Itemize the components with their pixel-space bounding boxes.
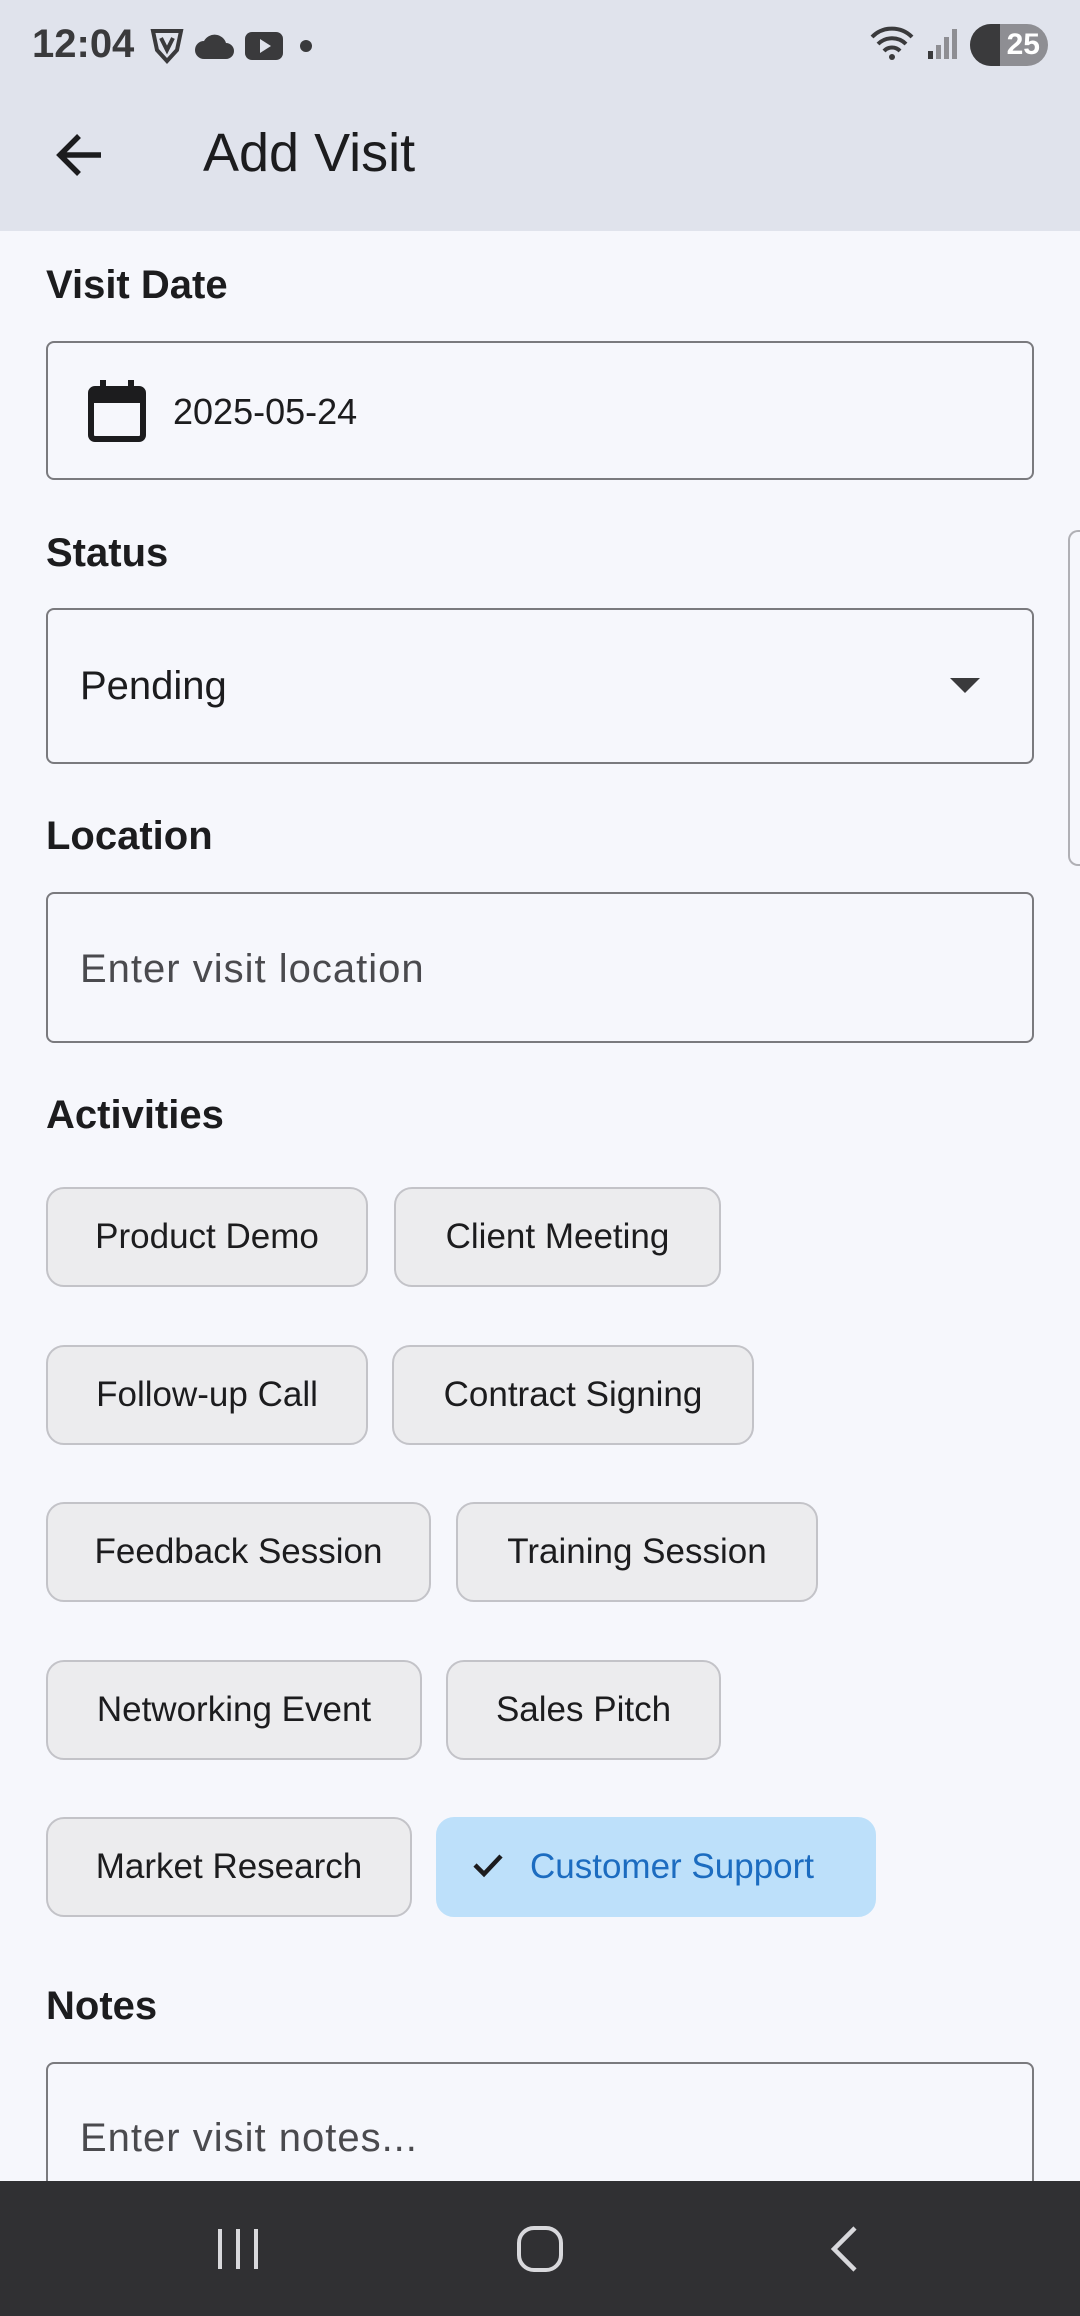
youtube-icon [244, 30, 284, 67]
location-field[interactable] [46, 892, 1034, 1045]
system-navigation-bar [0, 2181, 1080, 2316]
scroll-indicator[interactable] [1068, 530, 1080, 866]
visit-date-field[interactable]: 2025-05-24 [46, 341, 1034, 480]
cloud-icon [194, 31, 234, 66]
signal-icon [926, 25, 960, 66]
back-button[interactable] [40, 120, 120, 190]
dot-icon [294, 36, 318, 61]
arrow-back-icon [56, 134, 101, 176]
status-selected-value: Pending [80, 664, 227, 708]
activity-chip-product-demo[interactable]: Product Demo [46, 1187, 368, 1287]
activities-label: Activities [46, 1093, 224, 1137]
activity-chip-customer-support[interactable]: Customer Support [436, 1817, 876, 1917]
chip-label: Client Meeting [445, 1217, 670, 1256]
chip-label: Product Demo [95, 1217, 319, 1256]
chip-label: Networking Event [96, 1690, 372, 1729]
activity-chip-contract-signing[interactable]: Contract Signing [392, 1345, 754, 1445]
recent-apps-icon [218, 2229, 258, 2269]
page-title: Add Visit [203, 123, 416, 183]
chip-label: Sales Pitch [495, 1690, 672, 1729]
home-icon [517, 2226, 563, 2272]
activity-chip-networking-event[interactable]: Networking Event [46, 1660, 422, 1760]
vpn-shield-icon [150, 28, 184, 69]
activity-chip-client-meeting[interactable]: Client Meeting [394, 1187, 721, 1287]
battery-saver-icon [970, 24, 1000, 66]
battery-indicator: 25 [970, 24, 1048, 66]
status-dropdown[interactable]: Pending [46, 608, 1034, 764]
chip-label: Feedback Session [94, 1532, 383, 1571]
visit-date-label: Visit Date [46, 263, 228, 307]
activity-chip-market-research[interactable]: Market Research [46, 1817, 412, 1917]
check-icon [472, 1847, 504, 1887]
chip-label: Follow-up Call [96, 1375, 318, 1414]
chip-label: Customer Support [530, 1847, 815, 1886]
calendar-icon [88, 380, 146, 447]
status-time: 12:04 [32, 22, 135, 66]
system-icons: 25 [868, 24, 1048, 66]
notes-label: Notes [46, 1984, 158, 2028]
home-button[interactable] [490, 2209, 590, 2289]
status-label: Status [46, 531, 169, 575]
chip-label: Contract Signing [443, 1375, 703, 1414]
wifi-icon [868, 25, 916, 66]
back-chevron-icon [830, 2226, 857, 2272]
dropdown-arrow-icon [950, 678, 980, 693]
recent-apps-button[interactable] [188, 2209, 288, 2289]
location-label: Location [46, 814, 213, 858]
battery-level: 25 [1006, 28, 1040, 61]
notification-icons [150, 28, 318, 69]
back-nav-button[interactable] [794, 2209, 894, 2289]
chip-label: Training Session [507, 1532, 767, 1571]
activity-chip-feedback-session[interactable]: Feedback Session [46, 1502, 431, 1602]
chip-label: Market Research [95, 1847, 363, 1886]
notes-input[interactable] [80, 2116, 980, 2186]
visit-date-value: 2025-05-24 [173, 391, 358, 432]
location-input[interactable] [80, 894, 980, 1045]
app-bar: 12:04 25 Add Visit [0, 0, 1080, 231]
activity-chip-training-session[interactable]: Training Session [456, 1502, 818, 1602]
activity-chip-follow-up-call[interactable]: Follow-up Call [46, 1345, 368, 1445]
activity-chip-sales-pitch[interactable]: Sales Pitch [446, 1660, 721, 1760]
